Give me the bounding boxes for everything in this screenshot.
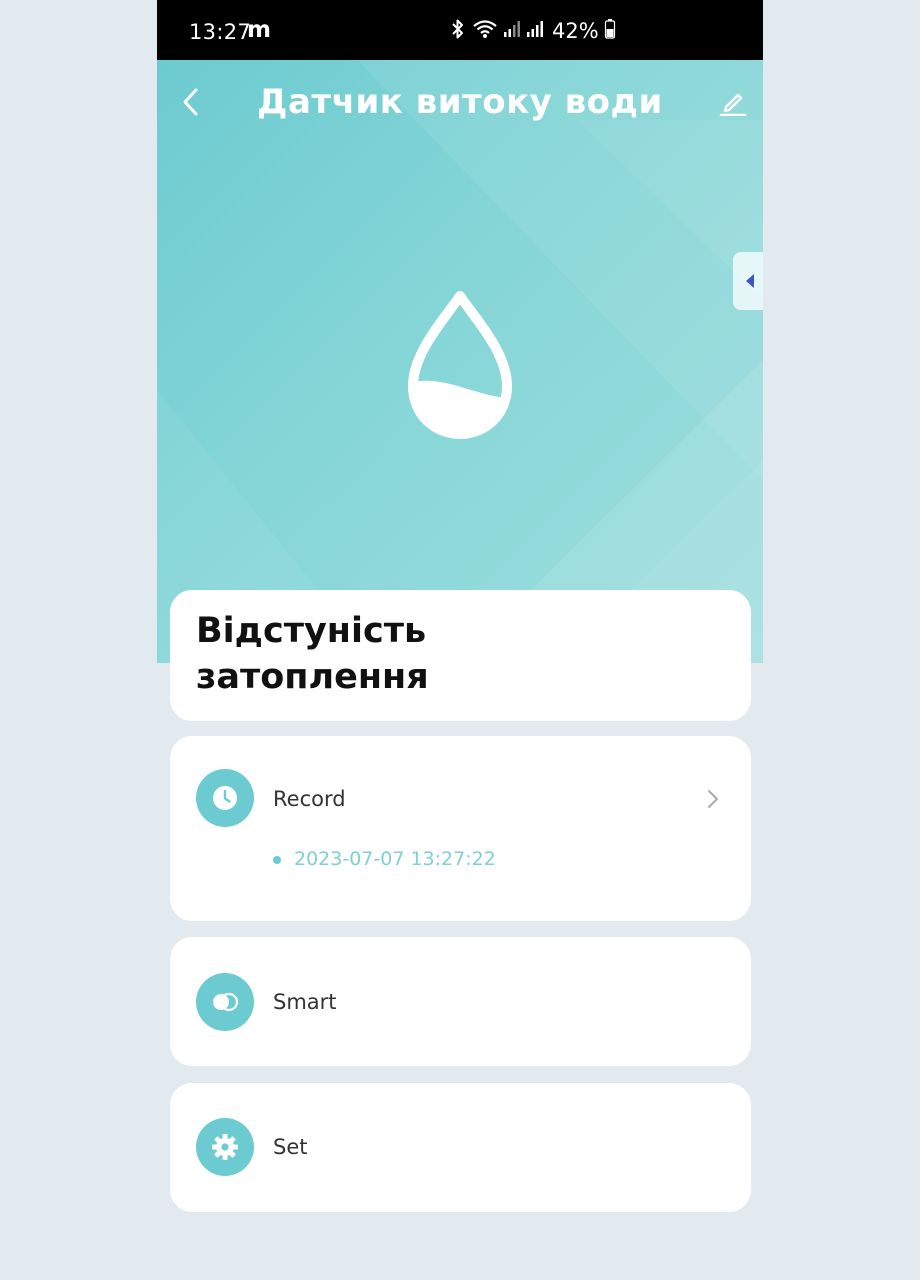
edit-button[interactable] [715,84,751,120]
smart-icon-circle [196,973,254,1031]
chevron-right-icon [708,790,718,808]
clock-icon [213,786,237,810]
gear-icon [212,1134,238,1160]
smart-card[interactable]: Smart [170,937,751,1066]
toggle-icon [213,992,239,1012]
battery-percent: 42% [552,19,599,43]
side-panel-toggle[interactable] [733,252,763,310]
status-time: 13:27 [189,20,252,44]
status-bar: 13:27 m 42% [157,0,763,60]
record-label: Record [273,787,346,811]
set-label: Set [273,1135,308,1159]
record-dot [273,856,281,864]
status-icons: 42% [449,18,616,44]
page-title: Датчик витоку води [257,82,663,122]
signal-icon [526,19,544,43]
notification-icon: m [247,17,271,43]
device-hero-panel: Датчик витоку води [157,60,763,663]
signal-icon [503,19,521,43]
device-screen: 13:27 m 42% Датчик витоку води Відстуніс… [157,0,763,1280]
back-button[interactable] [173,82,207,122]
status-card: Відстуність затоплення [170,590,751,721]
wifi-icon [472,18,498,44]
record-icon-circle [196,769,254,827]
bluetooth-icon [449,18,467,44]
status-line-2: затоплення [196,657,429,697]
chevron-left-icon [183,88,198,116]
battery-icon [604,18,616,44]
pencil-icon [719,93,747,116]
water-drop-icon [408,291,512,439]
set-icon-circle [196,1118,254,1176]
smart-label: Smart [273,990,337,1014]
record-last-time: 2023-07-07 13:27:22 [294,848,496,870]
record-card[interactable]: Record 2023-07-07 13:27:22 [170,736,751,921]
flood-status-text: Відстуність затоплення [196,608,696,700]
caret-left-icon [746,274,754,288]
set-card[interactable]: Set [170,1083,751,1212]
status-line-1: Відстуність [196,611,427,651]
